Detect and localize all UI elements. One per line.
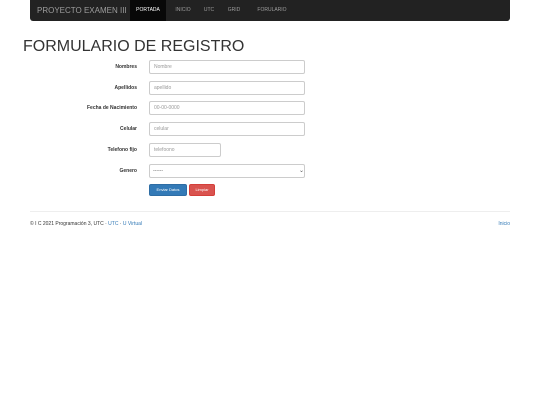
nav-item-utc[interactable]: UTC — [200, 0, 218, 21]
footer-link-utc[interactable]: UTC — [108, 221, 118, 227]
reset-button[interactable]: Limpiar — [189, 184, 215, 196]
nav-item-grid[interactable]: GRID — [224, 0, 244, 21]
telefono-fijo-label: Telefono fijo — [107, 147, 137, 153]
genero-select[interactable]: ------ — [149, 164, 305, 178]
nav-item-formulario[interactable]: FORULARIO — [250, 0, 294, 21]
nombres-input[interactable] — [149, 60, 305, 74]
footer-divider — [30, 211, 510, 212]
copyright-text: © I C 2021 Programación 3, UTC · — [30, 221, 109, 227]
footer-copyright: © I C 2021 Programación 3, UTC · UTC · U… — [30, 221, 142, 228]
celular-label: Celular — [120, 126, 137, 132]
top-navbar: PROYECTO EXAMEN III PORTADA INICIO UTC G… — [30, 0, 510, 21]
genero-label: Genero — [119, 168, 137, 174]
telefono-fijo-input[interactable] — [149, 143, 221, 157]
page-title: FORMULARIO DE REGISTRO — [23, 38, 245, 55]
apellidos-label: Apellidos — [114, 85, 137, 91]
navbar-brand[interactable]: PROYECTO EXAMEN III — [37, 0, 127, 21]
nav-item-portada[interactable]: PORTADA — [130, 0, 166, 21]
celular-input[interactable] — [149, 122, 305, 136]
submit-button[interactable]: Enviar Datos — [149, 184, 187, 196]
apellidos-input[interactable] — [149, 81, 305, 95]
fecha-nacimiento-input[interactable] — [149, 101, 305, 115]
nombres-label: Nombres — [115, 64, 137, 70]
chevron-down-icon: ⌄ — [299, 168, 305, 174]
footer-link-inicio[interactable]: Inicio — [498, 221, 510, 228]
fecha-nacimiento-label: Fecha de Nacimiento — [86, 105, 137, 111]
nav-item-inicio[interactable]: INICIO — [169, 0, 197, 21]
footer-link-uvirtual[interactable]: U Virtual — [123, 221, 142, 227]
